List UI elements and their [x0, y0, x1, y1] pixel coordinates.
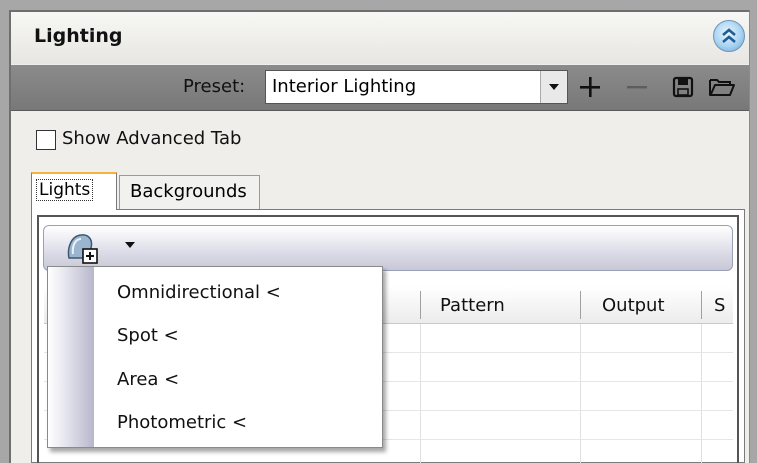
- save-preset-button[interactable]: [668, 72, 698, 102]
- column-separator[interactable]: [420, 291, 421, 319]
- preset-label: Preset:: [183, 76, 246, 97]
- menu-item-photometric-label: Photometric <: [117, 412, 248, 433]
- light-bulb-create-icon: [67, 234, 98, 264]
- column-separator[interactable]: [580, 291, 581, 319]
- window-frame-left: [0, 0, 9, 463]
- show-advanced-tab-checkbox[interactable]: [36, 130, 56, 150]
- window-frame-top: [0, 0, 757, 10]
- panel-title: Lighting: [34, 25, 123, 47]
- menu-icon-gutter: [48, 267, 94, 447]
- grid-line: [580, 324, 581, 463]
- window-frame-right: [750, 0, 757, 463]
- open-folder-icon: [709, 79, 735, 96]
- caret-down-icon: [125, 242, 135, 248]
- remove-preset-button[interactable]: [622, 72, 652, 102]
- menu-item-omnidirectional-label: Omnidirectional <: [117, 282, 281, 303]
- lights-list-toolbar: [43, 225, 733, 271]
- menu-item-spot-label: Spot <: [117, 325, 179, 346]
- grid-line: [701, 324, 702, 463]
- add-preset-button[interactable]: [575, 72, 605, 102]
- remove-icon: [627, 86, 647, 89]
- caret-down-icon: [549, 84, 559, 90]
- grid-line: [420, 324, 421, 463]
- tab-backgrounds-label: Backgrounds: [130, 181, 247, 202]
- column-header-s[interactable]: S: [714, 295, 725, 316]
- double-chevron-up-icon: [722, 28, 736, 43]
- preset-dropdown-button[interactable]: [540, 71, 567, 103]
- create-light-dropdown[interactable]: [120, 235, 140, 255]
- save-icon: [672, 76, 694, 98]
- collapse-button[interactable]: [713, 20, 745, 52]
- tab-lights-label: Lights: [36, 179, 94, 201]
- show-advanced-tab-label: Show Advanced Tab: [62, 128, 242, 149]
- create-light-button[interactable]: [63, 228, 107, 266]
- add-icon: [580, 77, 600, 97]
- column-separator[interactable]: [701, 291, 702, 319]
- open-preset-button[interactable]: [707, 72, 737, 102]
- preset-value: Interior Lighting: [272, 76, 417, 97]
- column-header-output[interactable]: Output: [602, 295, 665, 316]
- menu-item-area-label: Area <: [117, 369, 180, 390]
- column-header-pattern[interactable]: Pattern: [440, 295, 505, 316]
